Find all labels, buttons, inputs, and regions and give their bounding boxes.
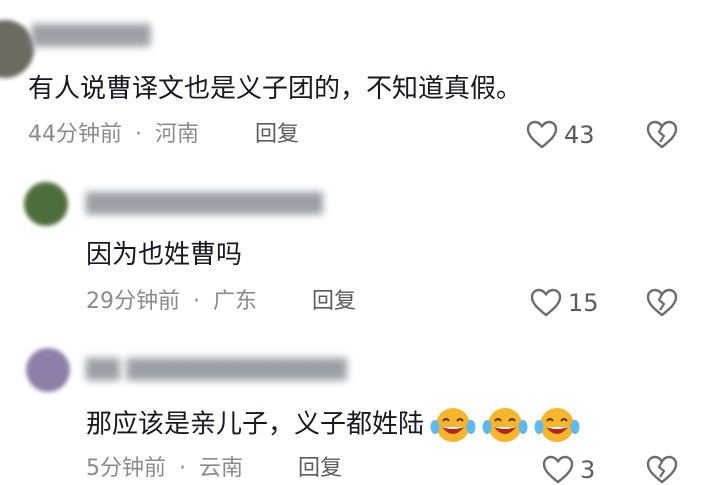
broken-heart-icon[interactable] bbox=[646, 288, 678, 318]
comment-location: 云南 bbox=[199, 456, 244, 481]
avatar[interactable] bbox=[24, 182, 68, 226]
meta-separator: · bbox=[135, 122, 142, 147]
reply-button[interactable]: 回复 bbox=[298, 458, 342, 480]
laugh-cry-emoji-icon bbox=[482, 405, 528, 445]
comment-meta: 29分钟前 · 广东 bbox=[86, 291, 257, 313]
heart-icon bbox=[530, 288, 562, 318]
comment-text: 那应该是亲儿子，义子都姓陆 bbox=[86, 405, 580, 445]
broken-heart-icon[interactable] bbox=[646, 120, 678, 150]
comment-time: 44分钟前 bbox=[28, 122, 122, 147]
comment-location: 广东 bbox=[213, 289, 258, 314]
meta-separator: · bbox=[179, 456, 186, 481]
avatar[interactable] bbox=[26, 348, 70, 392]
reply-button[interactable]: 回复 bbox=[255, 124, 299, 146]
laugh-cry-emoji-icon bbox=[430, 405, 476, 445]
like-count: 15 bbox=[568, 289, 599, 317]
blurred-username[interactable]: ▇▇▇▇▇▇▇▇▇▇▇▇▇▇ bbox=[86, 190, 323, 215]
like-button[interactable]: 3 bbox=[542, 455, 595, 485]
like-count: 43 bbox=[564, 121, 595, 149]
heart-icon bbox=[526, 120, 558, 150]
broken-heart-icon[interactable] bbox=[646, 455, 678, 485]
comment-meta: 5分钟前 · 云南 bbox=[86, 458, 243, 480]
comment-text: 因为也姓曹吗 bbox=[86, 240, 243, 270]
like-count: 3 bbox=[580, 456, 596, 484]
comment-time: 5分钟前 bbox=[86, 456, 166, 481]
blurred-username[interactable]: ▇▇ ▇▇▇▇▇▇▇▇▇▇▇▇▇ bbox=[86, 356, 347, 381]
like-button[interactable]: 15 bbox=[530, 288, 599, 318]
laugh-cry-emoji-icon bbox=[534, 405, 580, 445]
comment-time: 29分钟前 bbox=[86, 289, 180, 314]
like-button[interactable]: 43 bbox=[526, 120, 595, 150]
avatar[interactable] bbox=[0, 20, 34, 78]
comment-text: 有人说曹译文也是义子团的，不知道真假。 bbox=[28, 74, 523, 104]
comment-meta: 44分钟前 · 河南 bbox=[28, 124, 199, 146]
heart-icon bbox=[542, 455, 574, 485]
comment-location: 河南 bbox=[155, 122, 200, 147]
reply-button[interactable]: 回复 bbox=[312, 291, 356, 313]
comment-text-content: 那应该是亲儿子，义子都姓陆 bbox=[86, 409, 425, 440]
blurred-username[interactable]: ▇▇▇▇▇▇▇ bbox=[32, 22, 150, 47]
meta-separator: · bbox=[193, 289, 200, 314]
